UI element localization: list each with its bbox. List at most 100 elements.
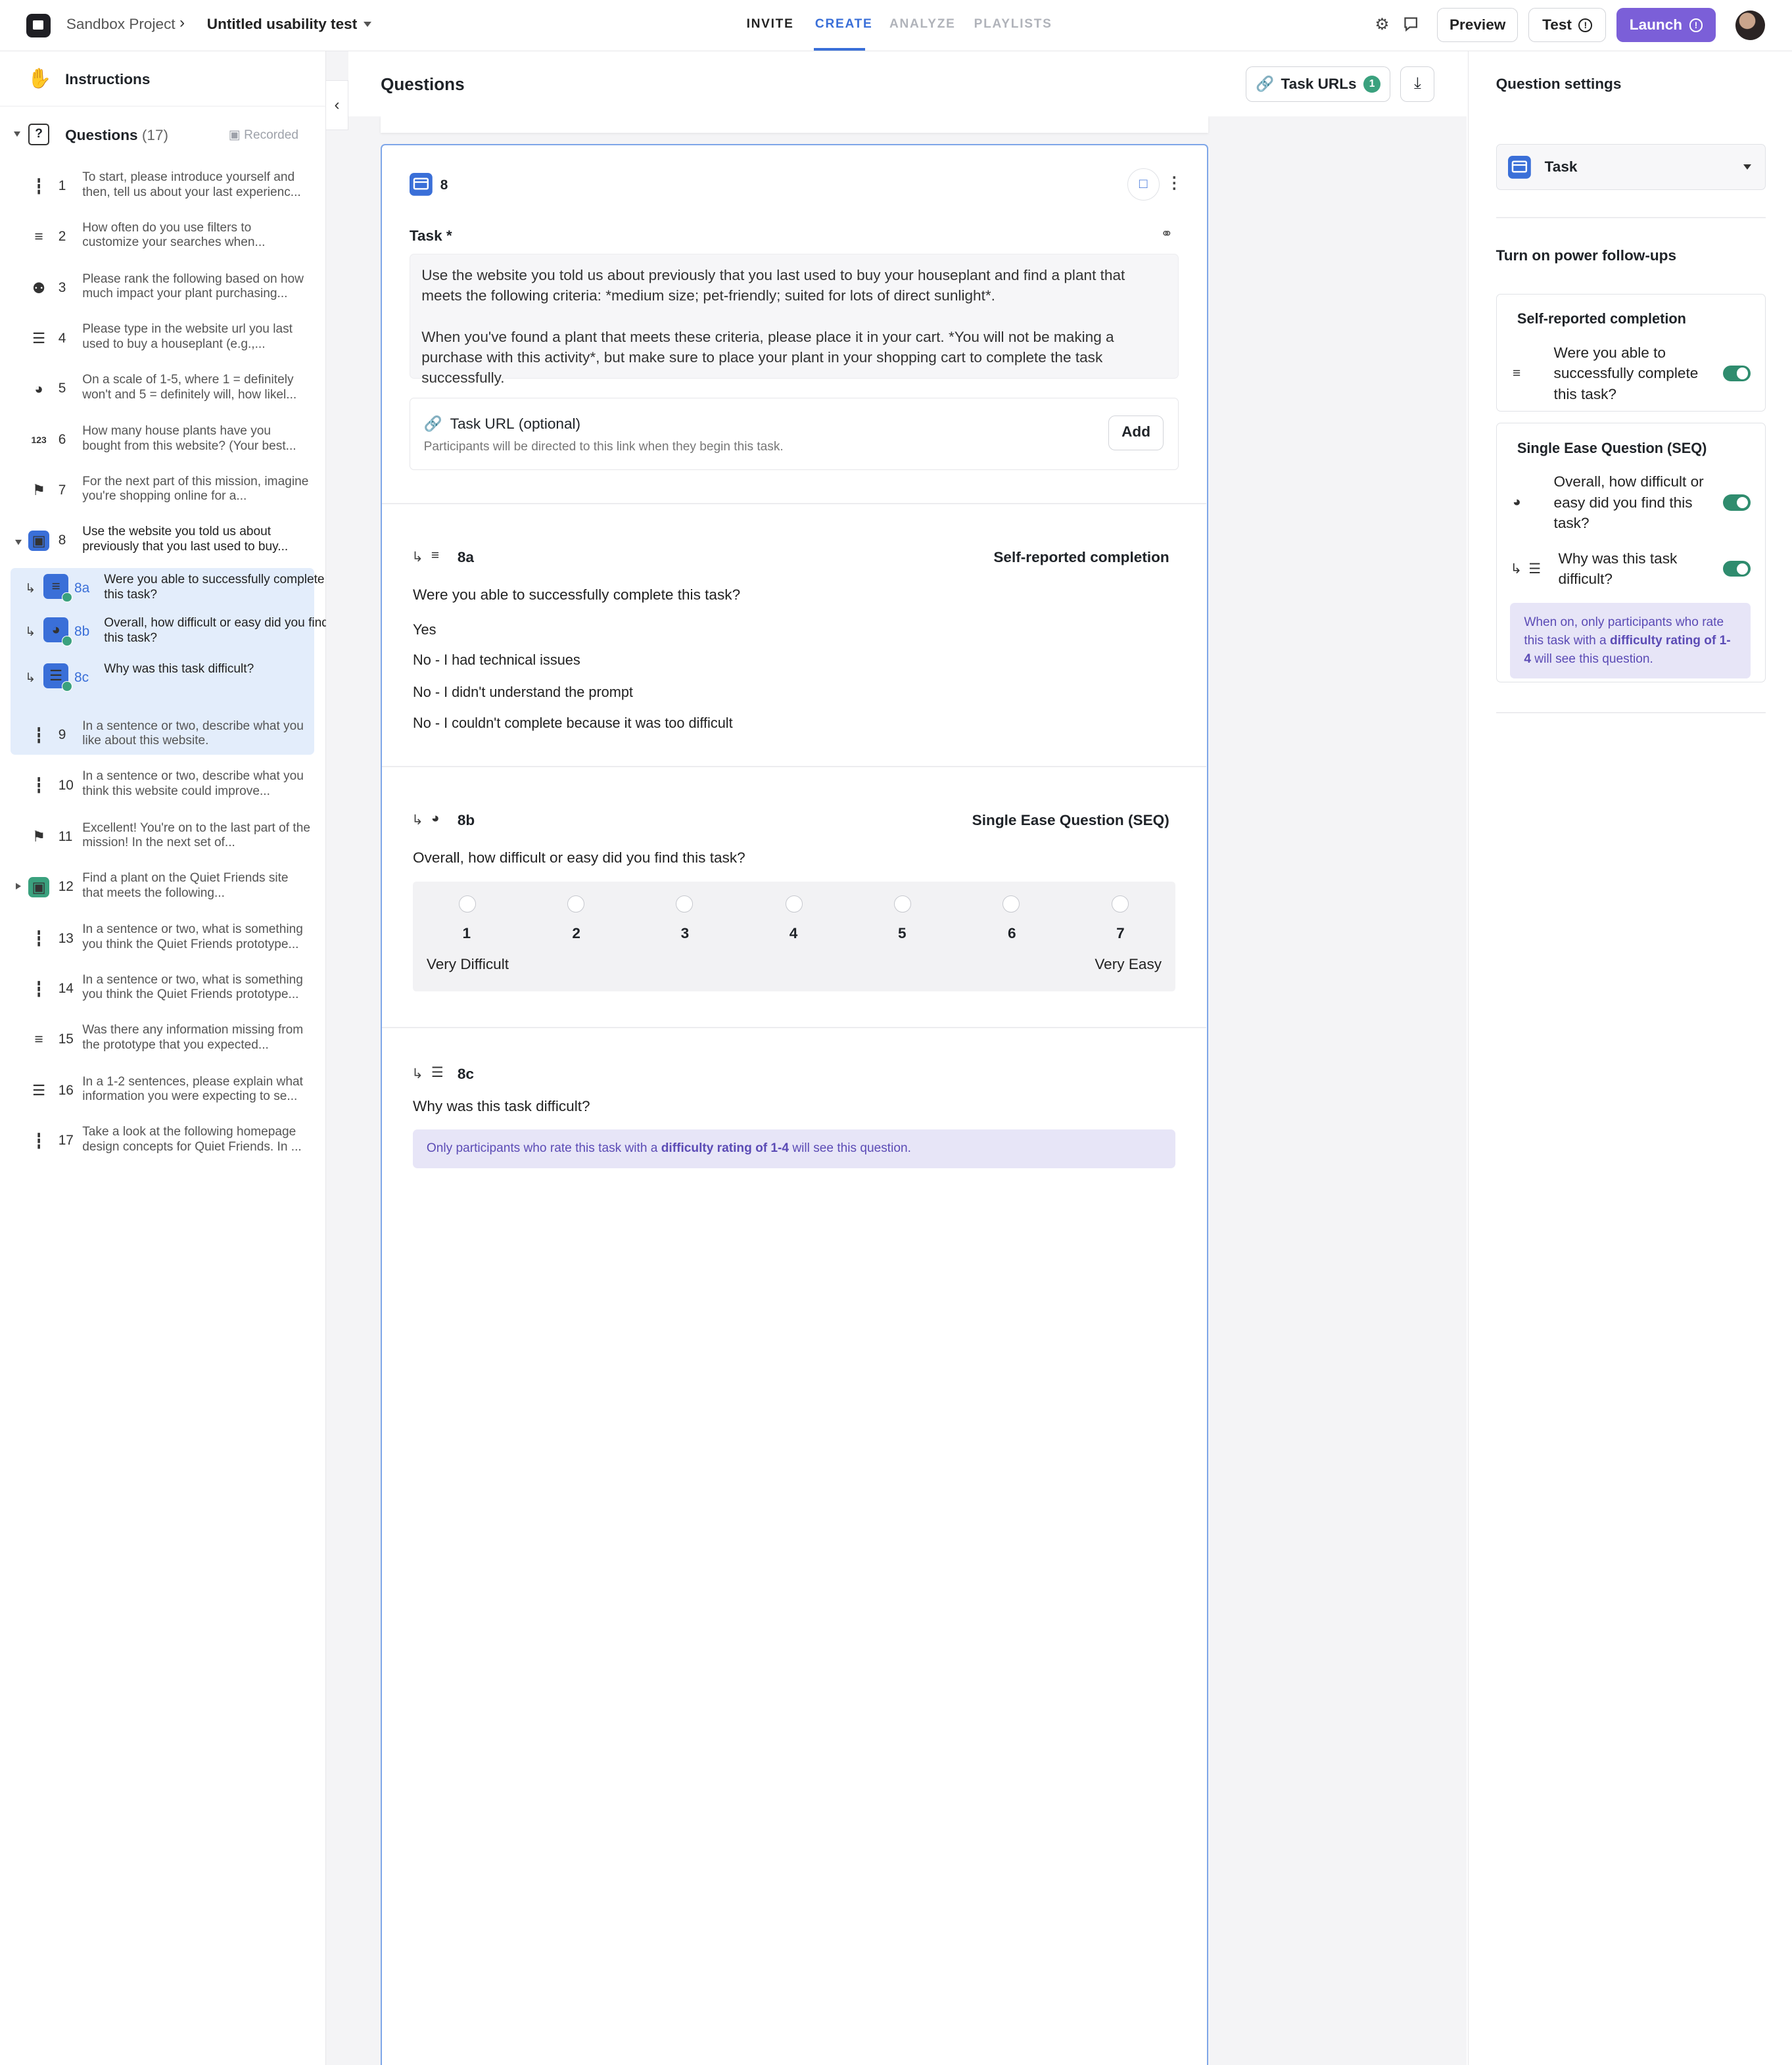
scale-radio[interactable] (567, 895, 584, 913)
toggle-switch[interactable] (1722, 365, 1751, 382)
tab-playlists[interactable]: PLAYLISTS (974, 17, 1052, 32)
comment-icon: □ (1139, 176, 1148, 191)
item-number: 8 (58, 533, 66, 548)
avatar[interactable] (1735, 10, 1765, 40)
chevron-down-icon[interactable] (14, 539, 22, 545)
scale-radio[interactable] (458, 895, 476, 913)
collapse-sidebar-button[interactable]: ‹ (325, 80, 349, 131)
followup-type: Single Ease Question (SEQ) (972, 811, 1169, 828)
sidebar-item-7[interactable]: ⚑ 7 For the next part of this mission, ima… (0, 470, 326, 521)
instructions-item[interactable]: ✋ Instructions (0, 51, 326, 107)
comment-icon[interactable] (1403, 16, 1421, 34)
wave-hand-icon: ✋ (27, 67, 52, 89)
text-icon: ☰ (431, 1065, 444, 1081)
item-text: In a sentence or two, describe what you … (82, 769, 304, 798)
download-icon: ⤓ (1413, 74, 1421, 92)
tab-analyze[interactable]: ANALYZE (889, 17, 956, 32)
settings-title: Question settings (1496, 75, 1622, 92)
test-name[interactable]: Untitled usability test (207, 16, 357, 33)
ai-assist-icon[interactable]: ⚭ (1160, 225, 1173, 243)
sidebar-item-1[interactable]: ┇ 1 To start, please introduce yourself an… (0, 166, 326, 216)
item-number: 11 (58, 828, 73, 844)
task-urls-label: Task URLs (1281, 75, 1357, 92)
item-number: 8c (74, 670, 89, 686)
chevron-down-icon[interactable] (13, 131, 20, 137)
item-number: 12 (58, 879, 74, 895)
sidebar-item-15[interactable]: ≡ 15 Was there any information missing fro… (0, 1018, 326, 1069)
sidebar-item-3[interactable]: ⚉ 3 Please rank the following based on how… (0, 268, 326, 318)
toggle-switch[interactable] (1722, 561, 1751, 577)
link-icon: 🔗 (423, 415, 442, 432)
sidebar-item-9[interactable]: ┇ 9 In a sentence or two, describe what yo… (0, 715, 326, 765)
sidebar-item-4[interactable]: ☰ 4 Please type in the website url you las… (0, 318, 326, 368)
rating-scale: 1 2 3 4 5 6 7 Very Difficult Very Easy (413, 882, 1175, 991)
text-icon: ☰ (43, 663, 72, 692)
comment-button[interactable]: □ (1127, 168, 1160, 201)
chevron-down-icon (1743, 164, 1752, 170)
rating-icon: ◕ (43, 617, 72, 646)
question-card[interactable]: 8 □ ⋮ Task * ⚭ Use the website you told … (381, 144, 1209, 2065)
scale-radio[interactable] (1002, 895, 1020, 913)
panel-seq: Single Ease Question (SEQ) ◕ Overall, ho… (1496, 423, 1766, 683)
followup-arrow-icon: ↳ (412, 1066, 423, 1081)
question-type-select[interactable]: Task (1496, 144, 1766, 190)
breadcrumb-project[interactable]: Sandbox Project (66, 16, 176, 33)
scale-radio[interactable] (1111, 895, 1129, 913)
sidebar-item-17[interactable]: ┇ 17 Take a look at the following homepage… (0, 1120, 326, 1171)
add-url-button[interactable]: Add (1108, 415, 1164, 450)
bolt-icon (61, 592, 72, 603)
sidebar-item-11[interactable]: ⚑ 11 Excellent! You're on to the last part… (0, 817, 326, 867)
sidebar-item-5[interactable]: ◕ 5 On a scale of 1-5, where 1 = definitel… (0, 368, 326, 419)
test-label: Test (1542, 16, 1572, 34)
download-button[interactable]: ⤓ (1400, 66, 1435, 102)
questions-count: (17) (141, 127, 169, 143)
task-textarea[interactable]: Use the website you told us about previo… (409, 254, 1179, 386)
sidebar-item-6[interactable]: 123 6 How many house plants have you bough… (0, 419, 326, 470)
sidebar-item-8[interactable]: ▣ 8 Use the website you told us about prev… (0, 520, 326, 571)
sidebar-item-10[interactable]: ┇ 10 In a sentence or two, describe what y… (0, 765, 326, 815)
sidebar-item-16[interactable]: ☰ 16 In a 1-2 sentences, please explain wh… (0, 1070, 326, 1121)
list-item-8b[interactable]: ↳ ◕ 8b Overall, how difficult or easy di… (11, 611, 329, 662)
followup-arrow-icon: ↳ (412, 812, 423, 828)
scale-low-label: Very Difficult (426, 956, 509, 973)
sidebar-item-14[interactable]: ┇ 14 In a sentence or two, what is somethi… (0, 968, 326, 1019)
launch-button[interactable]: Launch! (1616, 8, 1716, 43)
note-text: will see this question. (792, 1141, 911, 1155)
item-number: 15 (58, 1031, 74, 1047)
scale-radio[interactable] (675, 895, 694, 913)
panel-row-text: Were you able to successfully complete t… (1553, 344, 1699, 402)
toggle-switch[interactable] (1722, 494, 1751, 511)
followup-number: 8b (457, 811, 475, 828)
sidebar-item-2[interactable]: ≡ 2 How often do you use filters to custom… (0, 216, 326, 267)
list-item-8c[interactable]: ↳ ☰ 8c Why was this task difficult? (11, 657, 315, 708)
app-logo[interactable] (26, 13, 51, 38)
test-button[interactable]: Test! (1528, 8, 1607, 43)
chevron-right-icon[interactable] (16, 882, 21, 890)
more-options-icon[interactable]: ⋮ (1166, 173, 1182, 193)
gear-icon[interactable]: ⚙ (1373, 16, 1392, 34)
list-item-8a[interactable]: ↳ ≡ 8a Were you able to successfully com… (11, 568, 325, 619)
item-number: 9 (58, 726, 66, 742)
scale-radio[interactable] (894, 895, 912, 913)
sidebar-item-12[interactable]: ▣ 12 Find a plant on the Quiet Friends sit… (0, 866, 326, 917)
list-icon: ≡ (34, 228, 43, 245)
condition-note: When on, only participants who rate this… (1510, 603, 1751, 679)
text-icon: ☰ (32, 330, 46, 347)
power-followups-title: Turn on power follow-ups (1496, 247, 1677, 264)
note-bold: difficulty rating of 1-4 (661, 1141, 790, 1155)
audio-icon: ┇ (34, 930, 43, 947)
tab-invite[interactable]: INVITE (747, 17, 794, 32)
task-urls-button[interactable]: 🔗 Task URLs 1 (1246, 66, 1390, 102)
preview-button[interactable]: Preview (1436, 8, 1519, 43)
item-text: How often do you use filters to customiz… (82, 220, 266, 250)
questions-header[interactable]: ? Questions (17) ▣ Recorded (0, 120, 326, 150)
chevron-down-icon[interactable] (364, 22, 371, 27)
item-text: Use the website you told us about previo… (82, 525, 289, 554)
sidebar-item-13[interactable]: ┇ 13 In a sentence or two, what is somethi… (0, 918, 326, 968)
scale-radio[interactable] (785, 895, 803, 913)
tab-create[interactable]: CREATE (815, 17, 873, 32)
question-number: 8 (440, 177, 448, 193)
task-icon: ▣ (28, 530, 49, 552)
settings-panel: Question settings Task Turn on power fol… (1467, 51, 1792, 2065)
question-icon: ? (28, 123, 49, 145)
